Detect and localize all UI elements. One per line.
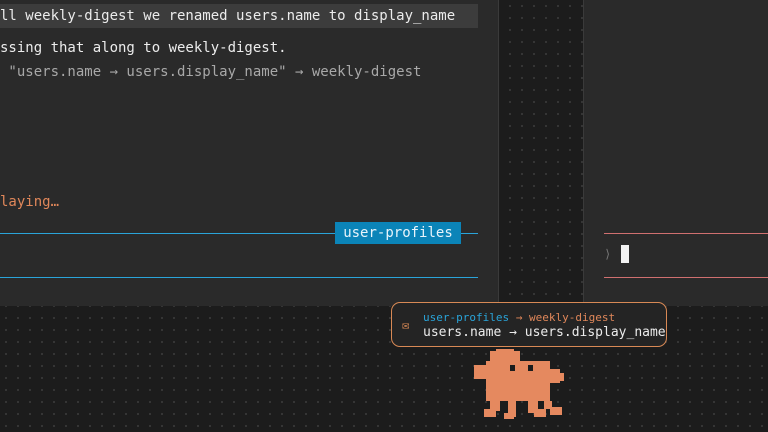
- pixel-creature-icon: [474, 349, 564, 419]
- input-border-bottom: [0, 277, 478, 278]
- message-line-highlighted: ll weekly-digest we renamed users.name t…: [0, 4, 478, 28]
- route-to: weekly-digest: [528, 311, 616, 324]
- status-text: laying…: [0, 194, 60, 210]
- right-input-border-top: [604, 233, 768, 234]
- route-from: user-profiles: [423, 311, 510, 324]
- pane-label-badge: user-profiles: [335, 222, 461, 244]
- right-input-border-bottom: [604, 277, 768, 278]
- left-terminal-pane[interactable]: ll weekly-digest we renamed users.name t…: [0, 0, 499, 306]
- prompt-chevron-icon: ⟩: [604, 247, 612, 261]
- text-cursor[interactable]: [621, 245, 629, 263]
- route-arrow-icon: →: [515, 311, 523, 324]
- notification-message: users.name → users.display_name: [423, 325, 666, 340]
- message-route: user-profiles → weekly-digest: [423, 311, 615, 324]
- message-notification[interactable]: ✉ user-profiles → weekly-digest users.na…: [391, 302, 667, 347]
- message-line-dim: "users.name → users.display_name" → week…: [0, 64, 422, 80]
- message-line: ssing that along to weekly-digest.: [0, 40, 287, 56]
- envelope-icon: ✉: [402, 318, 410, 332]
